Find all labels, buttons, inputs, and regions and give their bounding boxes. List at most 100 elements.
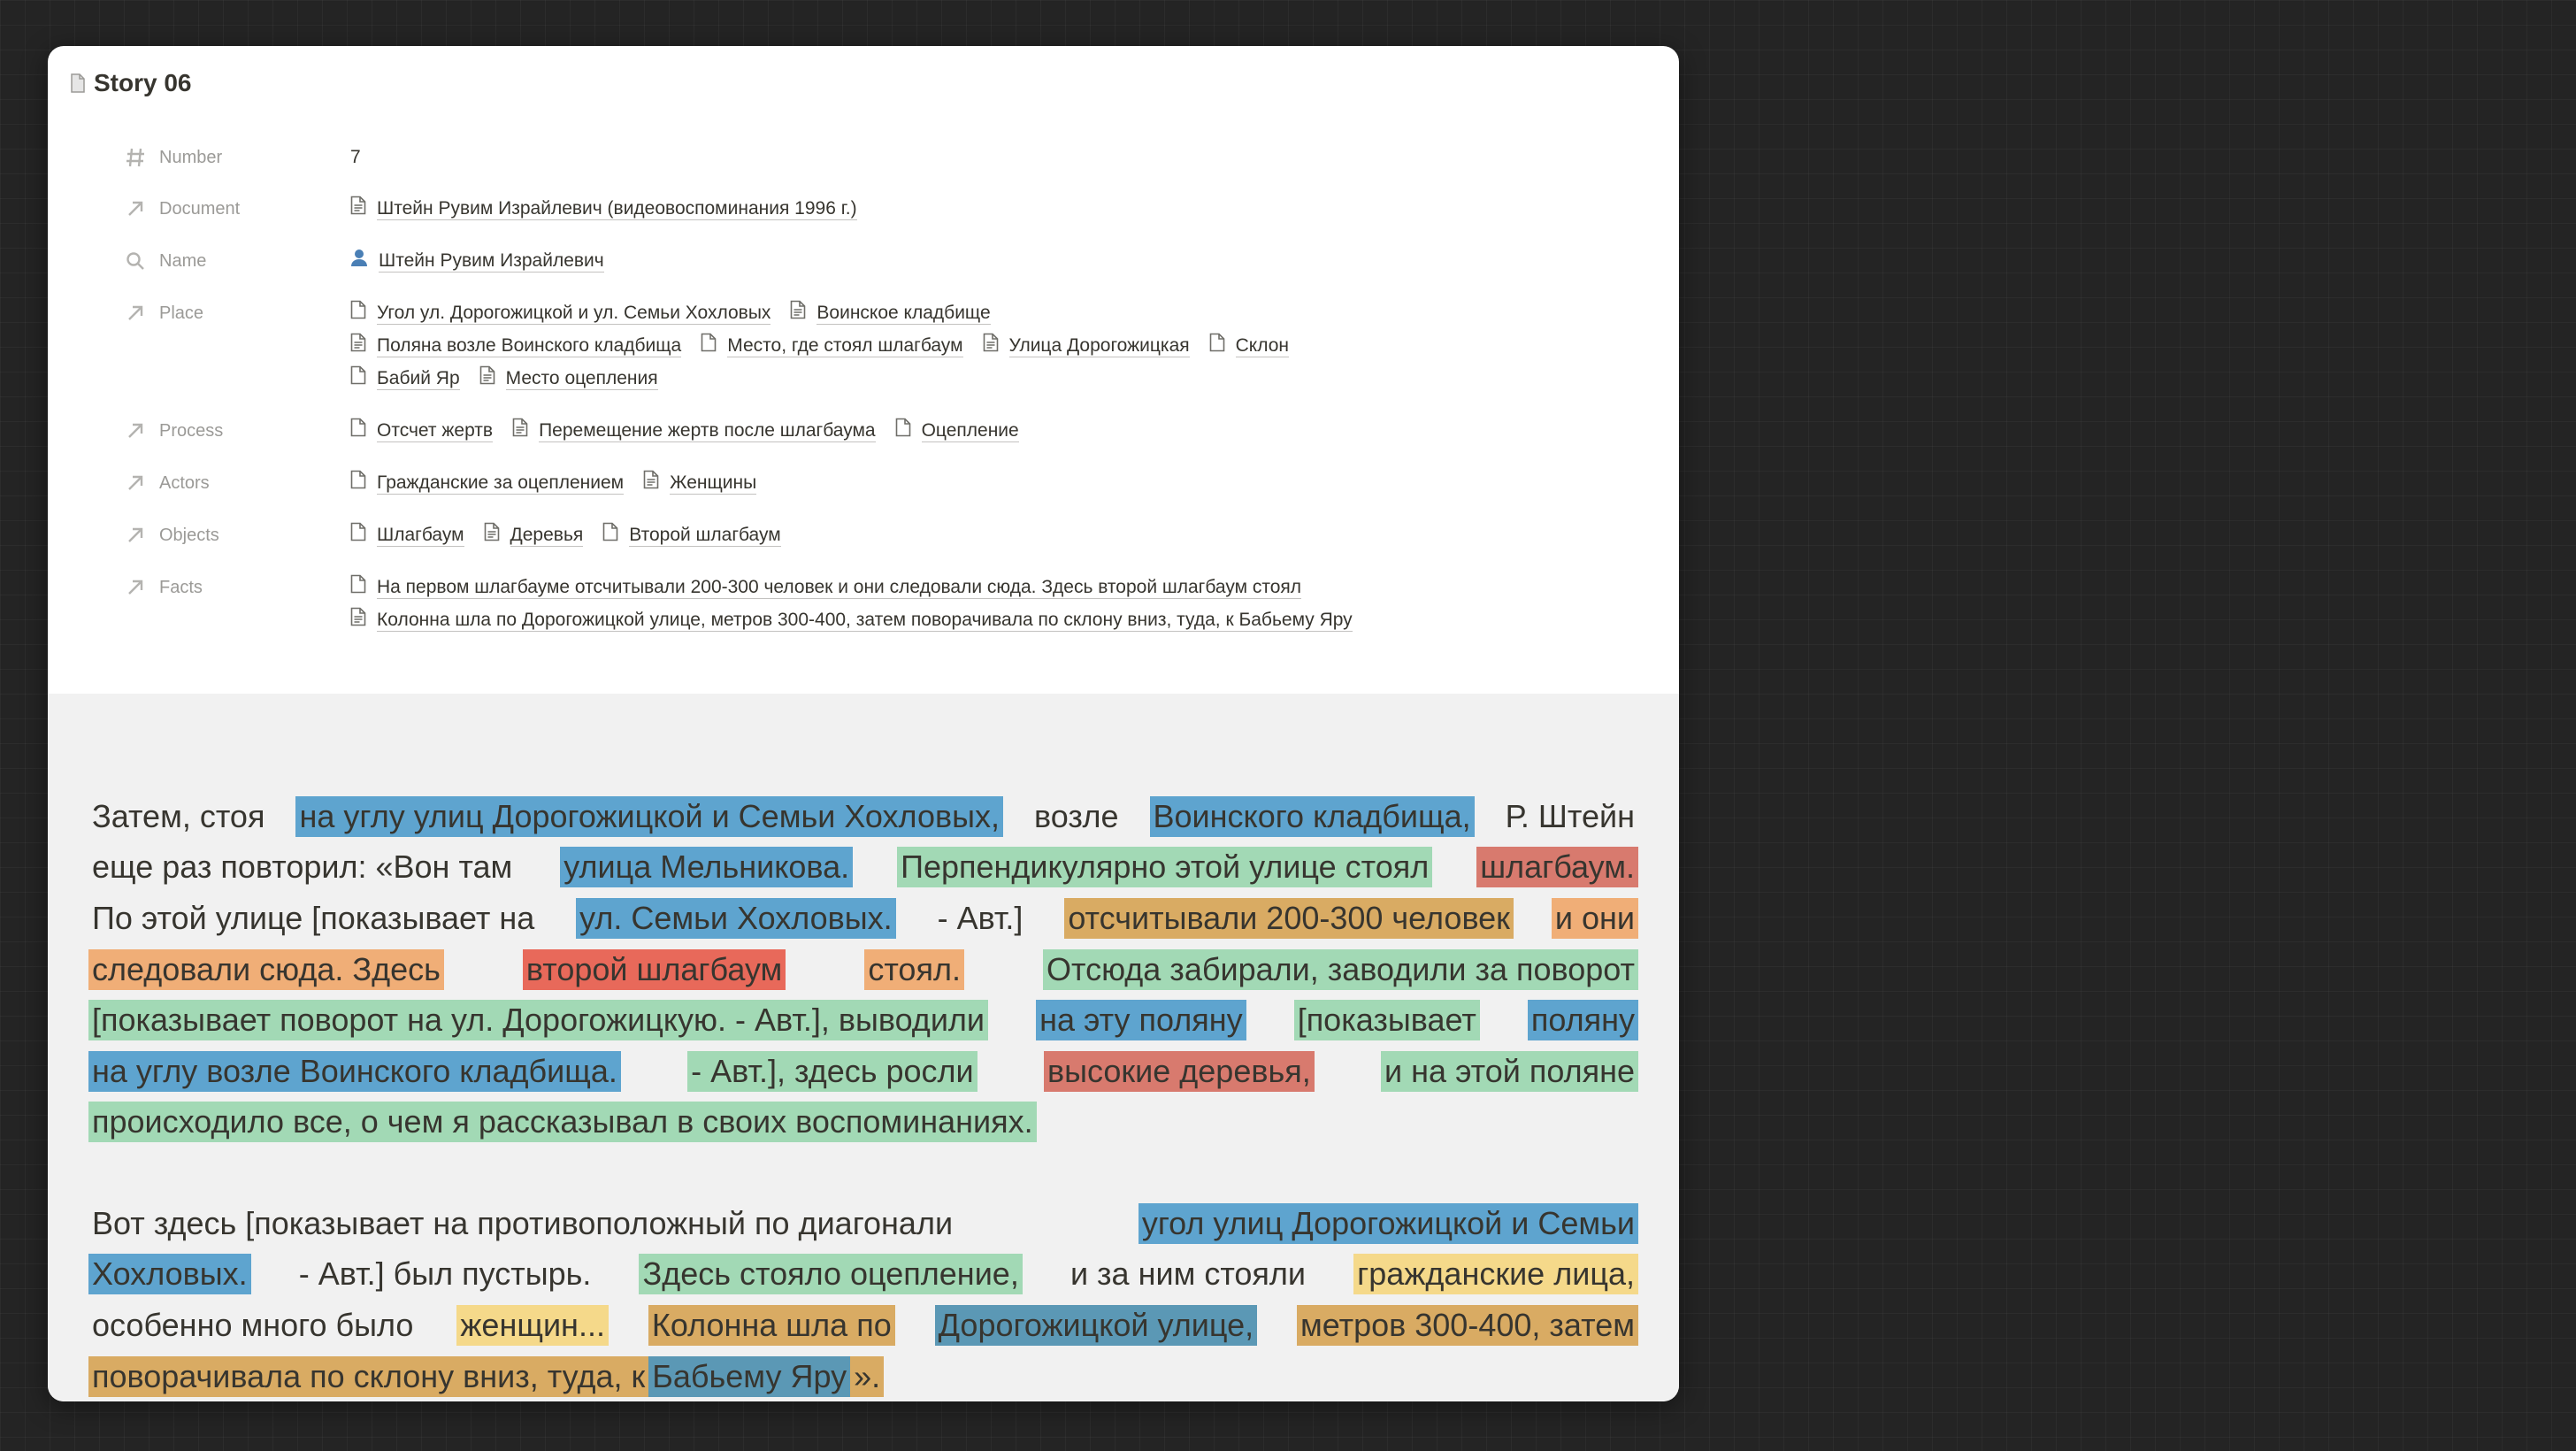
- annotation-highlight[interactable]: Воинского кладбища,: [1149, 795, 1475, 837]
- text-line: поворачивала по склону вниз, туда, к Бабь…: [88, 1351, 1638, 1401]
- annotation-highlight[interactable]: на углу улиц Дорогожицкой и Семьи Хохлов…: [295, 795, 1003, 837]
- annotation-highlight[interactable]: и на этой поляне: [1381, 1050, 1638, 1092]
- text-segment: и за ним стояли: [1070, 1255, 1307, 1293]
- page-icon: [350, 415, 366, 448]
- relation-chip[interactable]: Отсчет жертв: [350, 415, 494, 448]
- chip-line: Колонна шла по Дорогожицкой улице, метро…: [350, 604, 1628, 637]
- relation-chip[interactable]: На первом шлагбауме отсчитывали 200-300 …: [350, 572, 1302, 604]
- relation-chip-label: Место, где стоял шлагбаум: [727, 335, 963, 357]
- page-icon: [701, 330, 717, 363]
- text-segment: По этой улице [показывает на: [92, 899, 535, 936]
- story-paragraph-1[interactable]: Затем, стоя на углу улиц Дорогожицкой и С…: [88, 791, 1638, 1148]
- relation-chip[interactable]: Перемещение жертв после шлагбаума: [512, 415, 876, 448]
- annotation-highlight[interactable]: отсчитывали 200-300 человек: [1064, 897, 1514, 939]
- annotation-highlight[interactable]: происходило все, о чем я рассказывал в с…: [88, 1102, 1037, 1143]
- story-paragraph-2[interactable]: Вот здесь [показывает на противоположный…: [88, 1198, 1638, 1401]
- annotation-highlight[interactable]: на углу возле Воинского кладбища.: [88, 1050, 621, 1092]
- relation-chip[interactable]: Бабий Яр: [350, 363, 460, 395]
- property-facts[interactable]: Facts На первом шлагбауме отсчитывали 20…: [124, 572, 1628, 637]
- relation-chip[interactable]: Склон: [1209, 330, 1289, 363]
- text-line: Хохловых. - Авт.] был пустырь. Здесь стоял…: [88, 1249, 1638, 1301]
- relation-chip-label: Отсчет жертв: [377, 420, 494, 442]
- relation-chip[interactable]: Женщины: [643, 467, 757, 500]
- relation-chip[interactable]: Шлагбаум: [350, 519, 464, 552]
- text-segment: Р. Штейн: [1505, 797, 1635, 834]
- annotation-highlight[interactable]: поляну: [1527, 1000, 1638, 1041]
- property-number[interactable]: Number 7: [124, 142, 1628, 173]
- page-lined-icon: [479, 363, 495, 395]
- text-line: на углу возле Воинского кладбища. - Авт.]…: [88, 1046, 1638, 1097]
- relation-chip[interactable]: Гражданские за оцеплением: [350, 467, 625, 500]
- annotation-highlight[interactable]: и они: [1551, 897, 1638, 939]
- property-place[interactable]: Place Угол ул. Дорогожицкой и ул. Семьи …: [124, 297, 1628, 395]
- text-segment: Затем, стоя: [92, 797, 265, 834]
- property-number-value[interactable]: 7: [350, 142, 1628, 173]
- annotation-highlight[interactable]: высокие деревья,: [1043, 1050, 1315, 1092]
- page-lined-icon: [512, 415, 528, 448]
- annotation-highlight[interactable]: поворачивала по склону вниз, туда, к: [88, 1355, 649, 1397]
- relation-chip-label: Второй шлагбаум: [629, 525, 781, 547]
- relation-chip-label: Бабий Яр: [377, 368, 460, 390]
- text-line: особенно много было женщин... Колонна шла …: [88, 1300, 1638, 1351]
- annotation-highlight[interactable]: женщин...: [456, 1304, 609, 1346]
- relation-chip[interactable]: Поляна возле Воинского кладбища: [350, 330, 682, 363]
- annotation-highlight[interactable]: улица Мельникова.: [560, 847, 854, 888]
- page-icon: [350, 297, 366, 330]
- text-line: происходило все, о чем я рассказывал в с…: [88, 1097, 1638, 1148]
- annotation-highlight[interactable]: следовали сюда. Здесь: [88, 948, 444, 990]
- text-segment: Вот здесь [показывает на противоположный…: [92, 1204, 954, 1241]
- annotation-highlight[interactable]: [показывает: [1293, 1000, 1480, 1041]
- relation-chip-label: Место оцепления: [505, 368, 658, 390]
- relation-arrow-icon: [124, 472, 147, 495]
- text-line: [показывает поворот на ул. Дорогожицкую.…: [88, 994, 1638, 1046]
- text-segment: возле: [1034, 797, 1119, 834]
- relation-chip[interactable]: Улица Дорогожицкая: [983, 330, 1190, 363]
- relation-chip[interactable]: Место, где стоял шлагбаум: [701, 330, 963, 363]
- annotation-highlight[interactable]: Хохловых.: [88, 1254, 251, 1295]
- property-name[interactable]: Name Штейн Рувим Израйлевич: [124, 245, 1628, 278]
- chip-line: Шлагбаум Деревья Второй шлагбаум: [350, 519, 1628, 552]
- property-objects[interactable]: Objects Шлагбаум Деревья Второй шлагбаум: [124, 519, 1628, 552]
- annotation-highlight[interactable]: ул. Семьи Хохловых.: [576, 897, 896, 939]
- relation-chip[interactable]: Место оцепления: [479, 363, 658, 395]
- page-icon: [350, 363, 366, 395]
- annotation-highlight[interactable]: гражданские лица,: [1353, 1254, 1638, 1295]
- relation-chip[interactable]: Деревья: [484, 519, 584, 552]
- annotation-highlight[interactable]: шлагбаум.: [1476, 847, 1638, 888]
- property-process[interactable]: Process Отсчет жертв Перемещение жертв по…: [124, 415, 1628, 448]
- relation-chip-label: На первом шлагбауме отсчитывали 200-300 …: [377, 577, 1302, 599]
- page-icon: [350, 467, 366, 500]
- relation-chip[interactable]: Воинское кладбище: [790, 297, 991, 330]
- property-document[interactable]: Document Штейн Рувим Израйлевич (видеово…: [124, 193, 1628, 226]
- chip-line: Отсчет жертв Перемещение жертв после шлаг…: [350, 415, 1628, 448]
- annotation-highlight[interactable]: Дорогожицкой улице,: [934, 1304, 1258, 1346]
- annotation-highlight[interactable]: Бабьему Яру: [648, 1355, 851, 1397]
- annotation-highlight[interactable]: метров 300-400, затем: [1297, 1304, 1638, 1346]
- annotation-highlight[interactable]: Перпендикулярно этой улице стоял: [897, 847, 1433, 888]
- relation-chip[interactable]: Штейн Рувим Израйлевич: [350, 245, 604, 278]
- text-segment: - Авт.] был пустырь.: [298, 1255, 592, 1293]
- annotation-highlight[interactable]: Отсюда забирали, заводили за поворот: [1042, 948, 1638, 990]
- annotation-highlight[interactable]: на эту поляну: [1036, 1000, 1246, 1041]
- relation-chip[interactable]: Угол ул. Дорогожицкой и ул. Семьи Хохлов…: [350, 297, 771, 330]
- page-lined-icon: [643, 467, 659, 500]
- annotation-highlight[interactable]: Колонна шла по: [648, 1304, 895, 1346]
- relation-chip[interactable]: Второй шлагбаум: [602, 519, 781, 552]
- text-line: Затем, стоя на углу улиц Дорогожицкой и С…: [88, 791, 1638, 842]
- relation-chip-label: Перемещение жертв после шлагбаума: [539, 420, 876, 442]
- relation-chip[interactable]: Оцепление: [895, 415, 1019, 448]
- property-actors[interactable]: Actors Гражданские за оцеплением Женщины: [124, 467, 1628, 500]
- annotation-highlight[interactable]: второй шлагбаум: [522, 948, 786, 990]
- annotation-highlight[interactable]: ».: [850, 1355, 885, 1397]
- annotation-highlight[interactable]: Здесь стояло оцепление,: [639, 1254, 1023, 1295]
- relation-chip-label: Склон: [1235, 335, 1289, 357]
- annotation-highlight[interactable]: угол улиц Дорогожицкой и Семьи: [1138, 1202, 1638, 1244]
- page-icon: [1209, 330, 1225, 363]
- relation-chip[interactable]: Колонна шла по Дорогожицкой улице, метро…: [350, 604, 1353, 637]
- annotation-highlight[interactable]: [показывает поворот на ул. Дорогожицкую.…: [88, 1000, 989, 1041]
- relation-chip[interactable]: Штейн Рувим Израйлевич (видеовоспоминани…: [350, 193, 857, 226]
- annotation-highlight[interactable]: стоял.: [864, 948, 964, 990]
- property-label: Number: [159, 148, 223, 167]
- annotation-highlight[interactable]: - Авт.], здесь росли: [687, 1050, 978, 1092]
- page-lined-icon: [350, 193, 366, 226]
